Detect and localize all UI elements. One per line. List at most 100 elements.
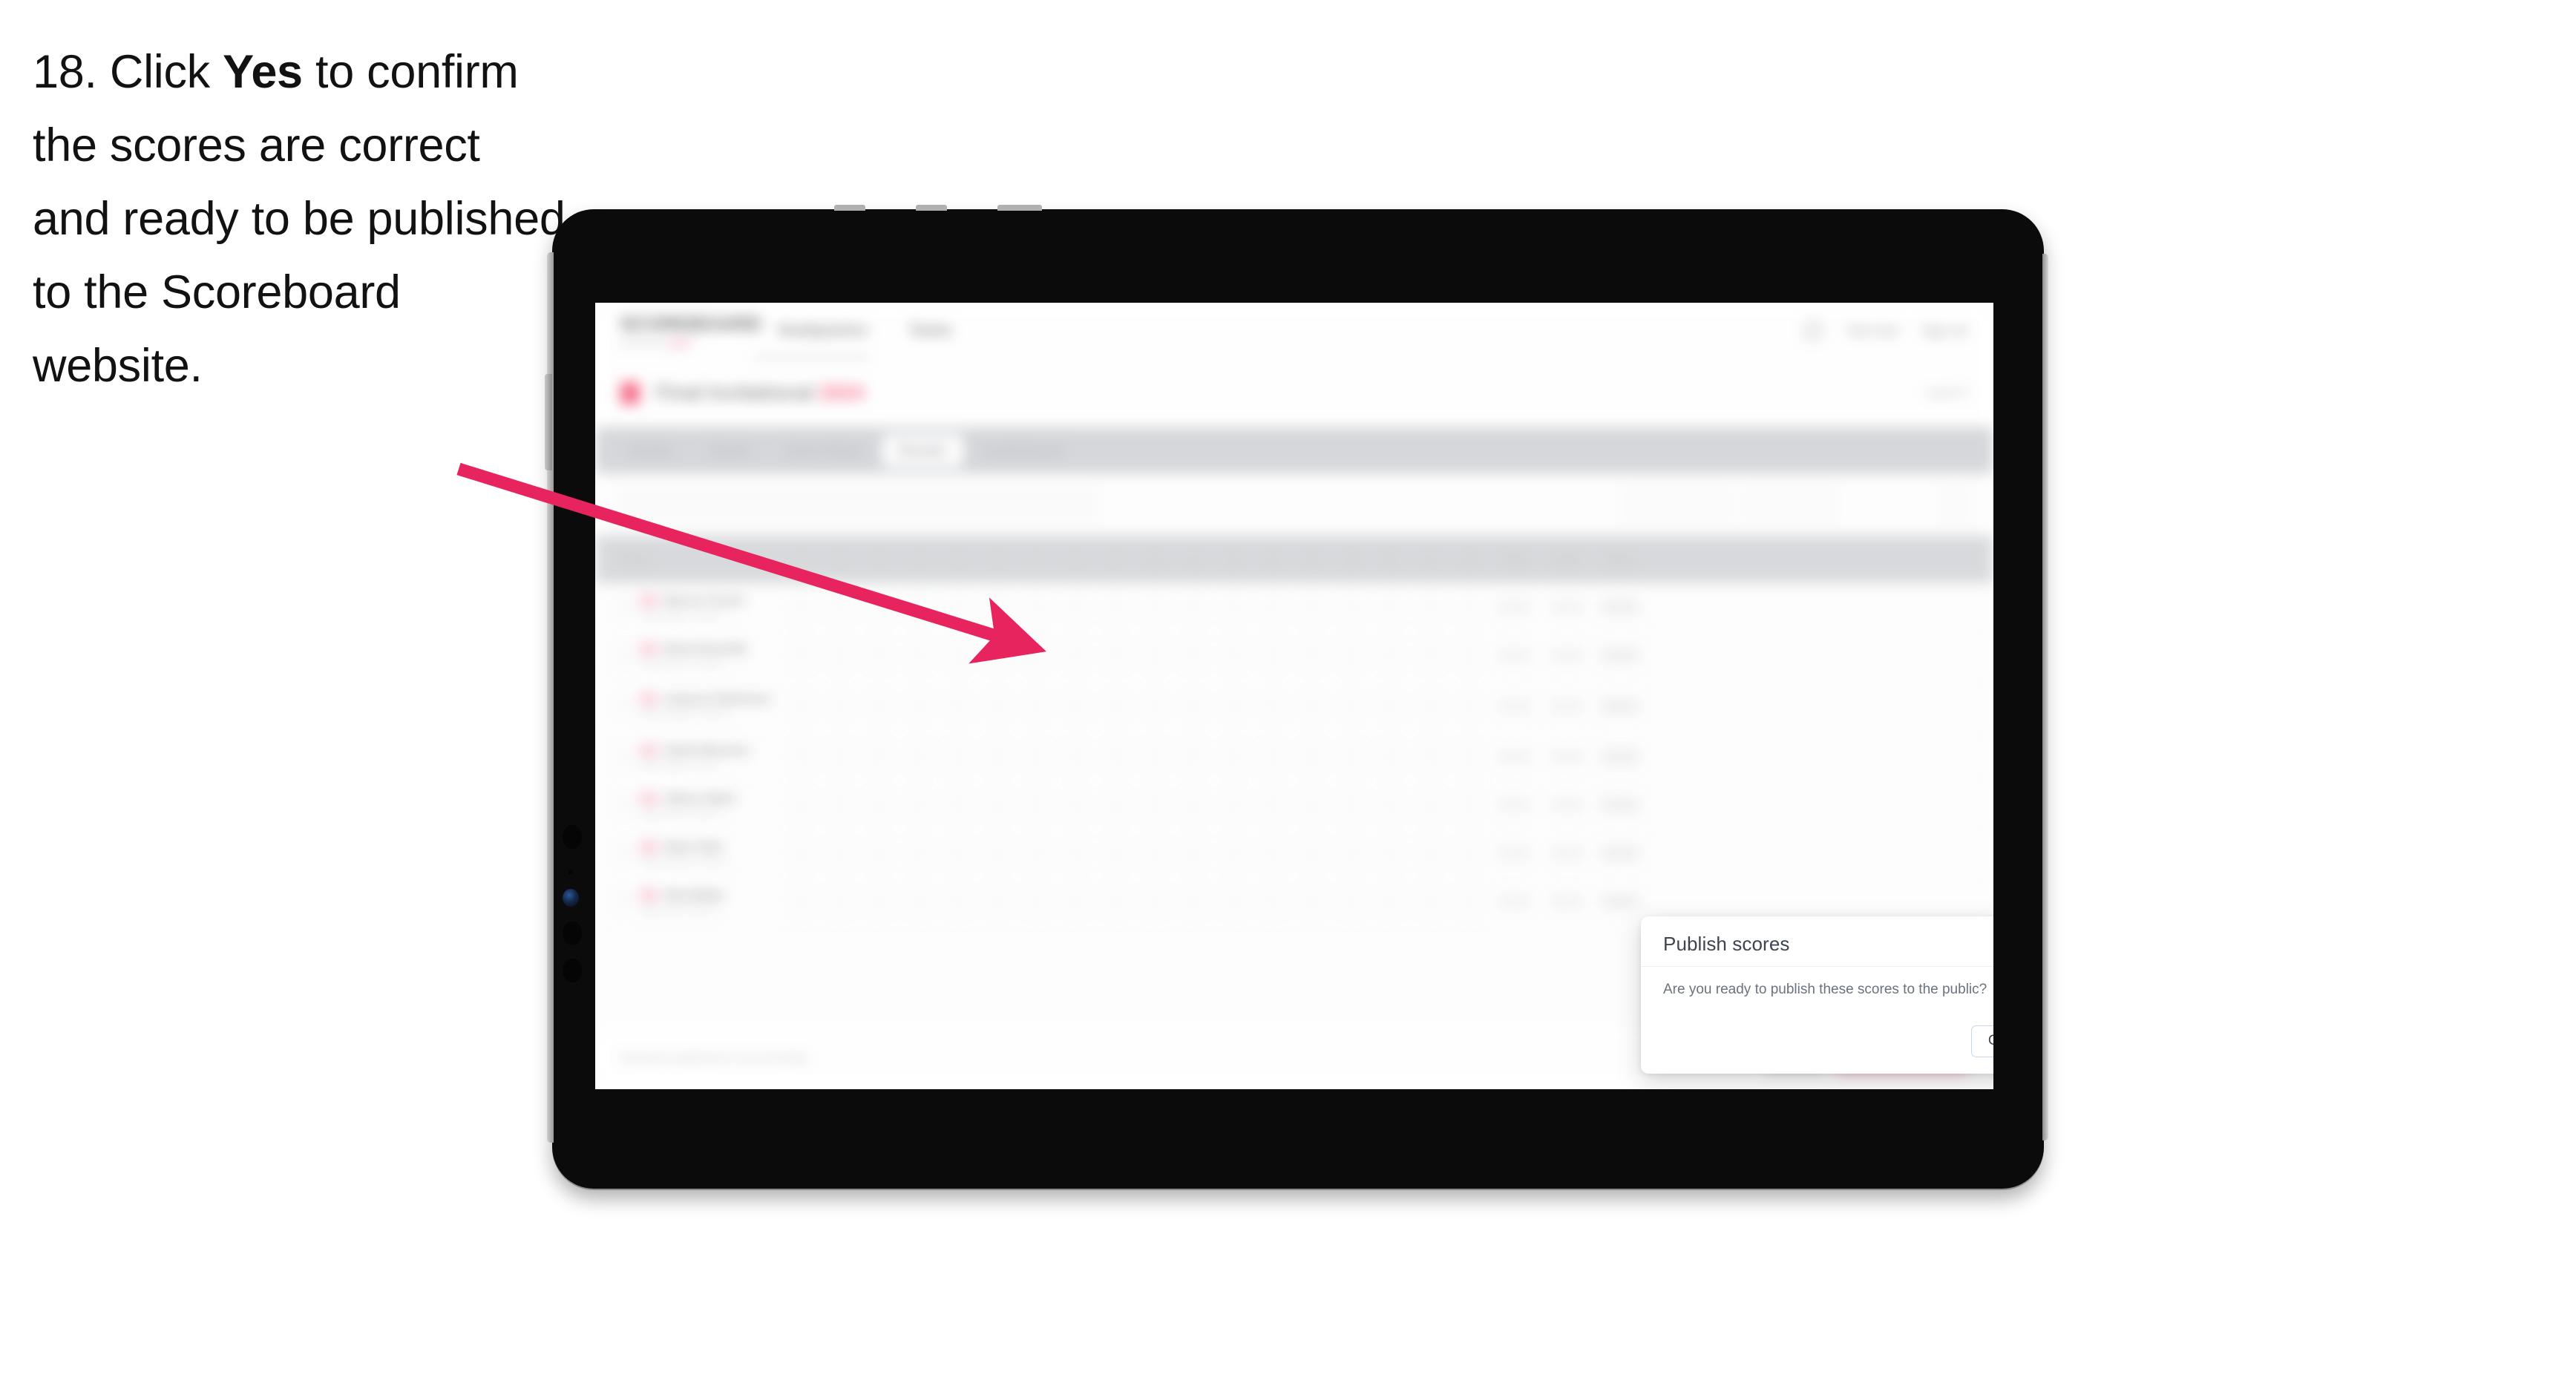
- cell-score-8[interactable]: [1056, 890, 1095, 913]
- reset-filter-button[interactable]: [1743, 487, 1835, 522]
- score-input[interactable]: [946, 793, 969, 817]
- cell-score-12[interactable]: [1213, 595, 1253, 619]
- score-input[interactable]: [986, 793, 1009, 817]
- cell-score-8[interactable]: [1056, 595, 1095, 619]
- cell-score-8[interactable]: [1056, 745, 1095, 769]
- cell-score-10[interactable]: [1135, 694, 1174, 718]
- score-input[interactable]: [789, 793, 812, 817]
- cell-score-9[interactable]: [1095, 793, 1135, 817]
- cell-score-18[interactable]: [1449, 694, 1489, 718]
- score-input[interactable]: [1143, 745, 1166, 769]
- cell-score-4[interactable]: [899, 841, 938, 865]
- cell-score-12[interactable]: [1213, 745, 1253, 769]
- score-input[interactable]: [1379, 694, 1402, 718]
- filter-by-team-select[interactable]: [1624, 487, 1729, 522]
- score-input[interactable]: [1182, 793, 1205, 817]
- table-row[interactable]: Ryan Clark Team Foxtrot / Level 3: [595, 830, 1993, 878]
- cell-score-16[interactable]: [1371, 890, 1410, 913]
- cell-score-3[interactable]: [859, 793, 899, 817]
- cell-score-17[interactable]: [1410, 841, 1449, 865]
- table-row[interactable]: Allison Albert Team Echo / Level 3: [595, 781, 1993, 830]
- cell-score-9[interactable]: [1095, 841, 1135, 865]
- score-input[interactable]: [986, 841, 1009, 865]
- cell-score-11[interactable]: [1174, 890, 1213, 913]
- cell-score-15[interactable]: [1331, 745, 1371, 769]
- cell-score-11[interactable]: [1174, 745, 1213, 769]
- cell-score-7[interactable]: [1017, 793, 1056, 817]
- cell-score-11[interactable]: [1174, 841, 1213, 865]
- cell-score-5[interactable]: [938, 745, 977, 769]
- cell-score-15[interactable]: [1331, 841, 1371, 865]
- score-input[interactable]: [789, 841, 812, 865]
- score-input[interactable]: [1340, 890, 1363, 913]
- header-user-name[interactable]: Test User: [1846, 323, 1900, 338]
- score-input[interactable]: [1261, 890, 1284, 913]
- tab-results[interactable]: Results: [882, 434, 963, 467]
- score-input[interactable]: [1025, 643, 1048, 667]
- cell-score-3[interactable]: [859, 595, 899, 619]
- cell-score-6[interactable]: [977, 694, 1017, 718]
- cell-score-6[interactable]: [977, 841, 1017, 865]
- table-row[interactable]: Cameron Robertson Team Charlie / Level 3: [595, 680, 1993, 733]
- cell-score-10[interactable]: [1135, 643, 1174, 667]
- cell-score-8[interactable]: [1056, 643, 1095, 667]
- cell-score-7[interactable]: [1017, 841, 1056, 865]
- score-input[interactable]: [1025, 793, 1048, 817]
- cell-score-7[interactable]: [1017, 643, 1056, 667]
- cell-score-14[interactable]: [1292, 595, 1331, 619]
- cell-score-16[interactable]: [1371, 694, 1410, 718]
- cell-score-13[interactable]: [1253, 890, 1292, 913]
- settings-gear-icon[interactable]: [1943, 487, 1968, 522]
- row-checkbox[interactable]: [614, 749, 631, 765]
- score-input[interactable]: [1300, 643, 1323, 667]
- cell-score-8[interactable]: [1056, 793, 1095, 817]
- score-input[interactable]: [1025, 890, 1048, 913]
- score-input[interactable]: [907, 841, 930, 865]
- search-input[interactable]: [620, 488, 1095, 521]
- cell-score-6[interactable]: [977, 745, 1017, 769]
- score-input[interactable]: [1222, 890, 1245, 913]
- cell-score-4[interactable]: [899, 595, 938, 619]
- score-input[interactable]: [1340, 595, 1363, 619]
- cell-score-3[interactable]: [859, 694, 899, 718]
- cell-score-4[interactable]: [899, 890, 938, 913]
- cell-score-6[interactable]: [977, 643, 1017, 667]
- score-input[interactable]: [868, 841, 891, 865]
- cell-score-6[interactable]: [977, 595, 1017, 619]
- cell-score-12[interactable]: [1213, 793, 1253, 817]
- notification-icon[interactable]: [1801, 320, 1824, 342]
- cell-score-17[interactable]: [1410, 694, 1449, 718]
- cell-score-12[interactable]: [1213, 890, 1253, 913]
- score-input[interactable]: [1379, 595, 1402, 619]
- cell-score-6[interactable]: [977, 890, 1017, 913]
- cell-score-8[interactable]: [1056, 694, 1095, 718]
- cell-score-15[interactable]: [1331, 694, 1371, 718]
- score-input[interactable]: [1222, 694, 1245, 718]
- score-input[interactable]: [1182, 694, 1205, 718]
- score-input[interactable]: [986, 890, 1009, 913]
- score-input[interactable]: [1104, 595, 1127, 619]
- cell-score-4[interactable]: [899, 694, 938, 718]
- cell-score-1[interactable]: [781, 890, 820, 913]
- score-input[interactable]: [868, 745, 891, 769]
- score-input[interactable]: [1300, 890, 1323, 913]
- score-input[interactable]: [828, 841, 851, 865]
- cell-score-4[interactable]: [899, 793, 938, 817]
- cell-score-4[interactable]: [899, 643, 938, 667]
- cell-score-18[interactable]: [1449, 890, 1489, 913]
- cell-score-7[interactable]: [1017, 745, 1056, 769]
- cell-score-18[interactable]: [1449, 793, 1489, 817]
- device-volume-button[interactable]: [545, 374, 552, 470]
- cell-score-15[interactable]: [1331, 890, 1371, 913]
- score-input[interactable]: [1300, 793, 1323, 817]
- cell-score-5[interactable]: [938, 643, 977, 667]
- cell-score-11[interactable]: [1174, 643, 1213, 667]
- score-input[interactable]: [868, 694, 891, 718]
- score-input[interactable]: [1104, 841, 1127, 865]
- cell-score-15[interactable]: [1331, 643, 1371, 667]
- cell-score-2[interactable]: [820, 745, 859, 769]
- score-input[interactable]: [828, 745, 851, 769]
- cell-score-18[interactable]: [1449, 745, 1489, 769]
- cell-score-10[interactable]: [1135, 841, 1174, 865]
- score-input[interactable]: [1458, 745, 1481, 769]
